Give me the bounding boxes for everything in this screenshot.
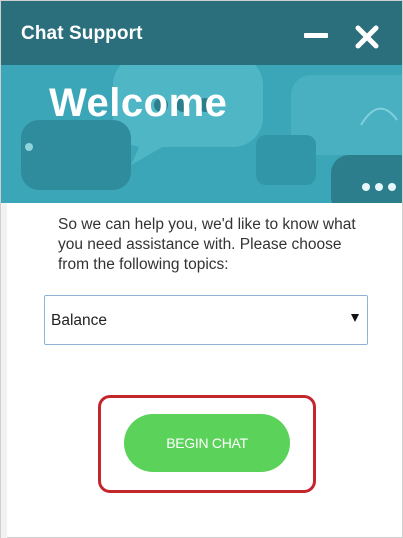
minimize-button[interactable] <box>301 23 331 47</box>
chevron-down-icon <box>351 314 359 322</box>
topic-select[interactable]: Balance <box>44 295 368 345</box>
chat-support-window: Chat Support Welcome So we can help you,… <box>0 0 403 538</box>
close-icon <box>355 25 379 49</box>
welcome-heading: Welcome <box>49 81 228 125</box>
begin-chat-button[interactable]: BEGIN CHAT <box>124 414 290 472</box>
close-button[interactable] <box>353 23 381 51</box>
panel-edge <box>1 203 7 538</box>
title-bar: Chat Support <box>1 1 402 65</box>
topic-select-value: Balance <box>51 312 108 329</box>
intro-text: So we can help you, we'd like to know wh… <box>58 216 356 273</box>
window-title: Chat Support <box>21 23 143 44</box>
minimize-icon <box>304 33 328 38</box>
